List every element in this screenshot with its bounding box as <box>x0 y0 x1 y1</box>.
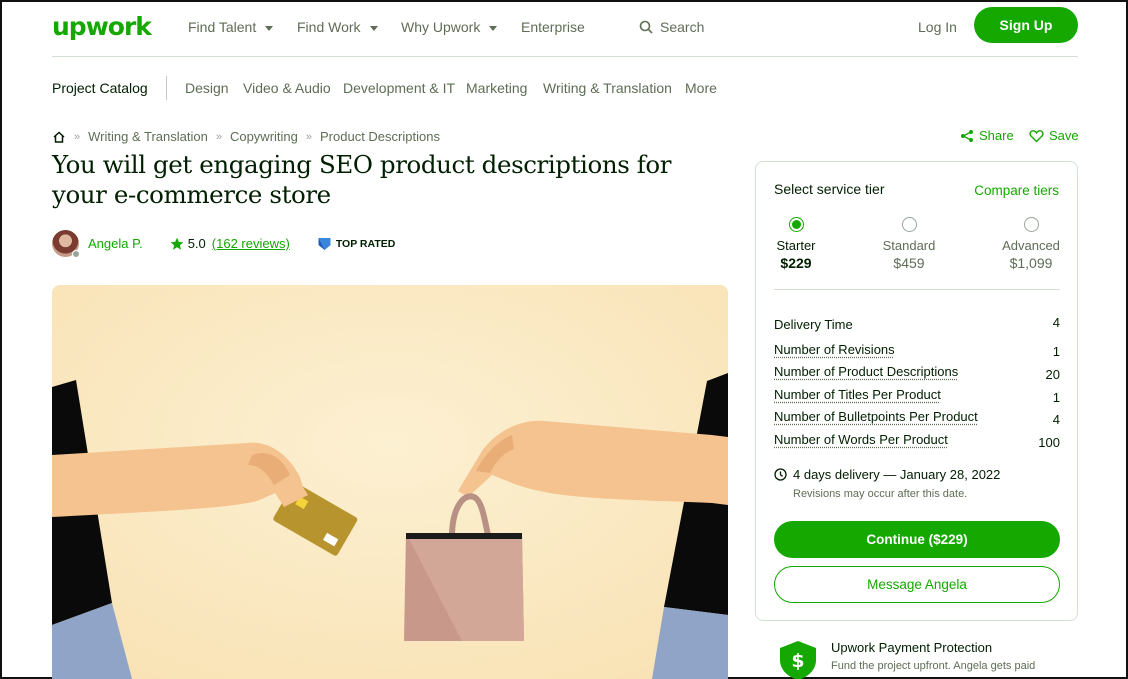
chevron-down-icon <box>489 26 497 31</box>
login-link[interactable]: Log In <box>918 19 957 35</box>
star-icon <box>170 237 184 251</box>
top-rated-badge: TOP RATED <box>318 237 396 251</box>
tier-name: Starter <box>746 238 846 253</box>
project-catalog-link[interactable]: Project Catalog <box>52 80 148 96</box>
nav-why-upwork[interactable]: Why Upwork <box>401 19 497 35</box>
nav-label: Enterprise <box>521 19 585 35</box>
clock-icon <box>774 468 787 481</box>
header-divider <box>52 56 1078 57</box>
rating-value: 5.0 <box>188 236 206 251</box>
avatar[interactable] <box>52 230 79 257</box>
breadcrumb-separator: » <box>216 131 222 143</box>
service-tier-heading: Select service tier <box>774 181 884 197</box>
breadcrumb-item[interactable]: Product Descriptions <box>320 129 440 144</box>
status-dot <box>72 250 80 258</box>
signup-button[interactable]: Sign Up <box>974 7 1078 43</box>
tier-radio[interactable] <box>902 217 917 232</box>
heart-icon <box>1029 129 1044 143</box>
tier-option-advanced[interactable]: Advanced $1,099 <box>981 217 1081 271</box>
nav-label: Why Upwork <box>401 19 480 35</box>
nav-enterprise[interactable]: Enterprise <box>521 19 585 35</box>
category-more[interactable]: More <box>685 80 717 96</box>
spec-value: 1 <box>1053 390 1060 405</box>
payment-protection-title: Upwork Payment Protection <box>831 640 992 655</box>
service-tier-card: Select service tier Compare tiers Starte… <box>755 161 1078 621</box>
breadcrumb: » Writing & Translation » Copywriting » … <box>52 129 440 144</box>
delivery-info: 4 days delivery — January 28, 2022 <box>774 467 1000 482</box>
spec-value: 4 <box>1053 412 1060 427</box>
nav-label: Find Work <box>297 19 361 35</box>
spec-value: 20 <box>1046 367 1060 382</box>
badge-label: TOP RATED <box>336 238 396 250</box>
breadcrumb-item[interactable]: Writing & Translation <box>88 129 208 144</box>
payment-protection-text: Fund the project upfront. Angela gets pa… <box>831 660 1035 672</box>
tier-radio[interactable] <box>1024 217 1039 232</box>
category-marketing[interactable]: Marketing <box>466 80 527 96</box>
spec-label[interactable]: Number of Revisions <box>774 342 895 357</box>
spec-value: 100 <box>1038 435 1060 450</box>
chevron-down-icon <box>265 26 273 31</box>
home-icon[interactable] <box>52 130 66 144</box>
save-button[interactable]: Save <box>1029 128 1079 143</box>
breadcrumb-separator: » <box>74 131 80 143</box>
rating: 5.0 (162 reviews) <box>170 236 290 251</box>
search-icon <box>639 20 653 34</box>
tier-price: $229 <box>746 255 846 271</box>
category-development-it[interactable]: Development & IT <box>343 80 455 96</box>
upwork-logo[interactable]: upwork <box>52 12 151 41</box>
spec-label[interactable]: Number of Product Descriptions <box>774 364 958 379</box>
delivery-text: 4 days delivery — January 28, 2022 <box>793 467 1000 482</box>
tier-price: $459 <box>859 255 959 271</box>
continue-button[interactable]: Continue ($229) <box>774 521 1060 558</box>
tier-option-starter[interactable]: Starter $229 <box>746 217 846 271</box>
tier-name: Advanced <box>981 238 1081 253</box>
revisions-note: Revisions may occur after this date. <box>793 488 967 500</box>
card-divider <box>774 289 1060 290</box>
tier-name: Standard <box>859 238 959 253</box>
spec-label: Delivery Time <box>774 317 853 332</box>
project-hero-image[interactable] <box>52 285 728 679</box>
spec-label[interactable]: Number of Words Per Product <box>774 432 948 447</box>
category-writing-translation[interactable]: Writing & Translation <box>543 80 672 96</box>
spec-value: 4 <box>1053 315 1060 330</box>
tier-price: $1,099 <box>981 255 1081 271</box>
nav-label: Find Talent <box>188 19 256 35</box>
nav-find-talent[interactable]: Find Talent <box>188 19 273 35</box>
tier-option-standard[interactable]: Standard $459 <box>859 217 959 271</box>
category-divider <box>166 76 167 100</box>
svg-text:$: $ <box>791 650 804 672</box>
seller-info: Angela P. 5.0 (162 reviews) TOP RATED <box>52 230 395 257</box>
spec-label[interactable]: Number of Titles Per Product <box>774 387 941 402</box>
payment-illustration <box>52 285 728 679</box>
share-button[interactable]: Share <box>960 128 1014 143</box>
spec-value: 1 <box>1053 344 1060 359</box>
category-design[interactable]: Design <box>185 80 229 96</box>
reviews-link[interactable]: (162 reviews) <box>212 236 290 251</box>
compare-tiers-link[interactable]: Compare tiers <box>974 183 1059 198</box>
tier-radio[interactable] <box>789 217 804 232</box>
badge-icon <box>318 237 331 251</box>
nav-find-work[interactable]: Find Work <box>297 19 378 35</box>
save-label: Save <box>1049 128 1079 143</box>
spec-label[interactable]: Number of Bulletpoints Per Product <box>774 409 978 424</box>
share-icon <box>960 129 974 143</box>
message-seller-button[interactable]: Message Angela <box>774 566 1060 603</box>
breadcrumb-separator: » <box>306 131 312 143</box>
page-title: You will get engaging SEO product descri… <box>52 150 732 210</box>
shield-dollar-icon: $ <box>778 640 818 679</box>
search-label: Search <box>660 19 704 35</box>
chevron-down-icon <box>370 26 378 31</box>
share-label: Share <box>979 128 1014 143</box>
seller-name[interactable]: Angela P. <box>88 236 143 251</box>
category-video-audio[interactable]: Video & Audio <box>243 80 331 96</box>
breadcrumb-item[interactable]: Copywriting <box>230 129 298 144</box>
search-button[interactable]: Search <box>639 19 704 35</box>
